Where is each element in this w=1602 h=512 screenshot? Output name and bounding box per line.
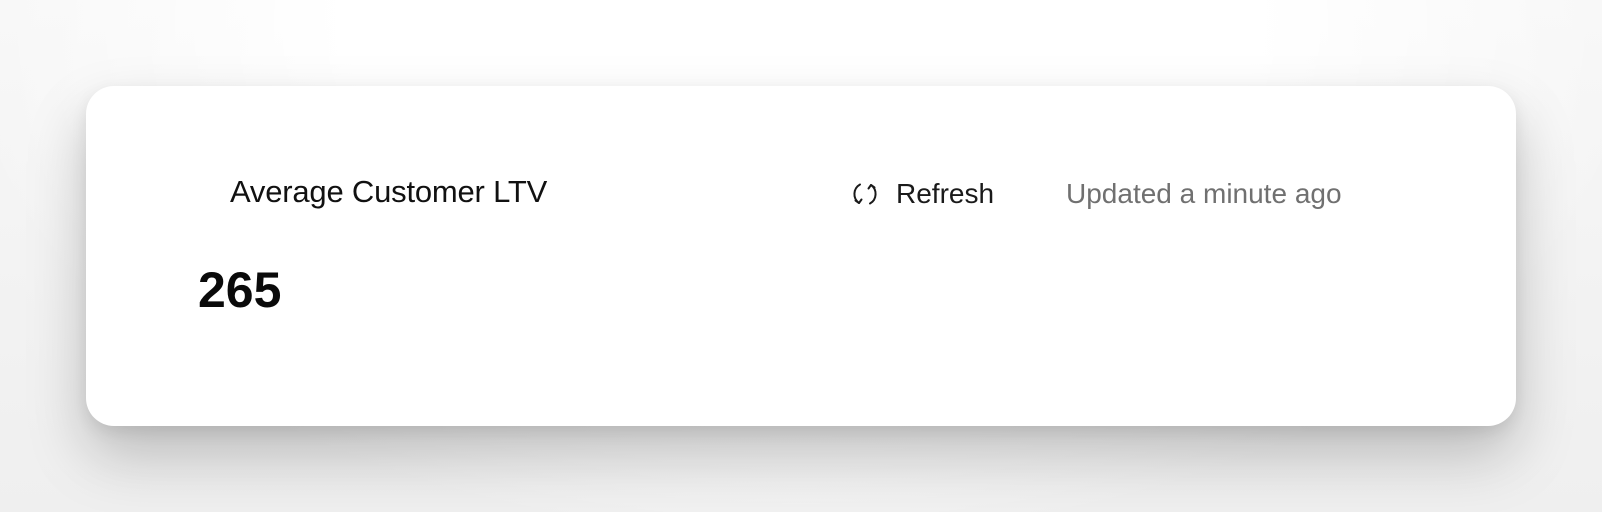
metric-card: Average Customer LTV Refresh Updated a m… — [86, 86, 1516, 426]
metric-value: 265 — [198, 262, 282, 318]
last-updated-text: Updated a minute ago — [1066, 178, 1342, 209]
refresh-icon — [850, 179, 880, 209]
refresh-button[interactable]: Refresh — [850, 176, 994, 212]
metric-title: Average Customer LTV — [230, 174, 548, 209]
refresh-label: Refresh — [896, 178, 995, 209]
